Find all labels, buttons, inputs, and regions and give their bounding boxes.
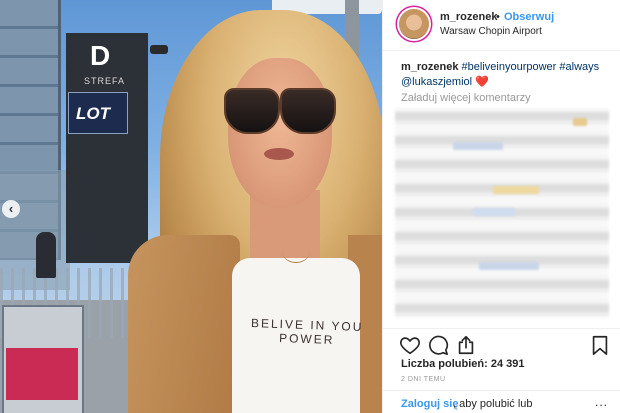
cardigan [128,235,240,413]
avatar[interactable] [399,9,429,39]
airline-logo: LOT [76,104,110,123]
hashtag-beliveinyourpower[interactable]: #beliveinyourpower [462,61,557,73]
necklace [282,240,310,263]
blurred-chip [473,208,515,216]
blurred-chip [573,118,587,126]
post-photo[interactable]: D STREFA LOT BELIVE IN YOU POWER ‹ [0,0,382,413]
background-person [36,232,56,278]
post-header: m_rozenek • Obserwuj Warsaw Chopin Airpo… [383,0,620,51]
cart-advert [6,348,78,400]
separator-dot: • [496,11,500,23]
location-link[interactable]: Warsaw Chopin Airport [440,26,542,37]
likes-count[interactable]: Liczba polubień: 24 391 [401,358,524,370]
login-prompt: Zaloguj się , aby polubić lub ... [383,390,620,413]
post-side-panel: m_rozenek • Obserwuj Warsaw Chopin Airpo… [382,0,620,413]
blurred-chip [479,262,539,270]
login-prompt-text: , aby polubić lub [453,398,533,410]
post-caption: m_rozenek #beliveinyourpower #always @lu… [401,60,611,90]
more-options-icon[interactable]: ... [595,395,608,409]
heart-icon[interactable] [399,334,421,356]
zone-sign-label: STREFA [84,76,126,86]
load-more-comments[interactable]: Załaduj więcej komentarzy [401,92,531,104]
instagram-post: D STREFA LOT BELIVE IN YOU POWER ‹ m_roz… [0,0,620,413]
mouth [264,148,294,160]
blurred-chip [453,142,503,150]
header-username[interactable]: m_rozenek [440,11,497,23]
bookmark-icon[interactable] [589,334,611,356]
security-camera [150,45,168,54]
zone-sign-letter: D [90,40,111,71]
follow-button[interactable]: Obserwuj [504,11,554,23]
sunglasses [224,88,336,134]
hashtag-always[interactable]: #always [559,61,599,73]
caption-username[interactable]: m_rozenek [401,61,458,73]
post-date[interactable]: 2 DNI TEMU [401,376,446,383]
mention-lukaszjemiol[interactable]: @lukaszjemiol [401,76,472,88]
blurred-chip [493,186,539,194]
action-bar [383,328,620,359]
shirt-print: BELIVE IN YOU POWER [232,315,382,348]
comment-icon[interactable] [427,334,449,356]
share-icon[interactable] [455,334,477,356]
heart-emoji: ❤️ [475,76,489,88]
previous-arrow-icon[interactable]: ‹ [2,200,20,218]
login-link[interactable]: Zaloguj się [401,398,458,410]
